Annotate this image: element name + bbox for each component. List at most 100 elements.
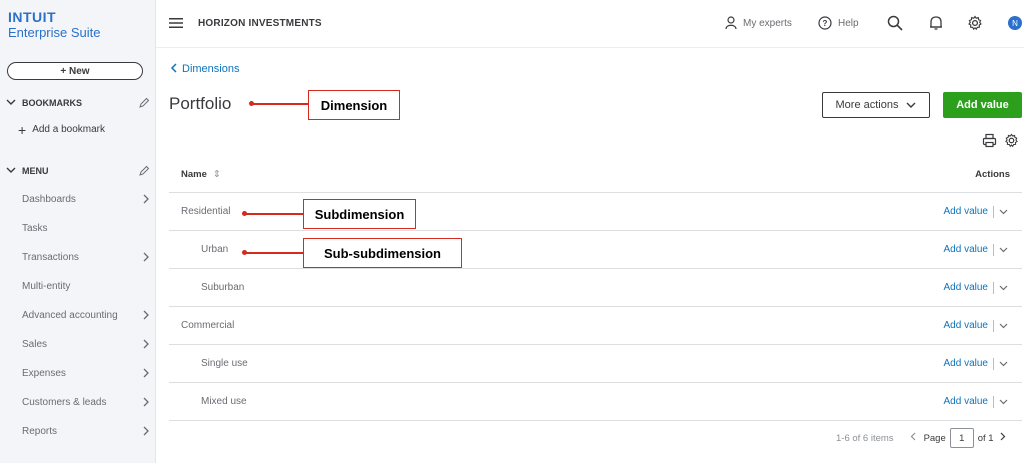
callout-line bbox=[244, 213, 304, 215]
search-icon[interactable] bbox=[887, 15, 903, 31]
chevron-down-icon[interactable] bbox=[999, 399, 1008, 405]
sidebar-item[interactable]: Expenses bbox=[22, 366, 150, 380]
avatar[interactable]: N bbox=[1008, 16, 1022, 30]
sidebar-item[interactable]: Tasks bbox=[22, 221, 150, 235]
chevron-right-icon bbox=[143, 368, 149, 378]
dimension-values-table: Name ⇕ Actions Residential Add value Urban A… bbox=[169, 157, 1022, 421]
row-actions: Add value bbox=[944, 243, 1008, 256]
row-name: Single use bbox=[201, 358, 248, 369]
sidebar-item-label: Transactions bbox=[22, 251, 79, 263]
subdimension-callout: Subdimension bbox=[303, 199, 416, 229]
row-name: Mixed use bbox=[201, 396, 247, 407]
table-row[interactable]: Suburban Add value bbox=[169, 269, 1022, 307]
name-column-header[interactable]: Name ⇕ bbox=[181, 169, 221, 180]
company-name: HORIZON INVESTMENTS bbox=[198, 18, 322, 29]
add-value-button[interactable]: Add value bbox=[943, 92, 1022, 118]
pagination: 1-6 of 6 items Page 1 of 1 bbox=[836, 428, 1006, 448]
sidebar-item-label: Reports bbox=[22, 425, 58, 437]
row-name: Residential bbox=[181, 206, 231, 217]
callout-line bbox=[251, 103, 309, 105]
row-add-value-link[interactable]: Add value bbox=[944, 396, 988, 407]
table-row[interactable]: Mixed use Add value bbox=[169, 383, 1022, 421]
more-actions-dropdown[interactable]: More actions bbox=[822, 92, 930, 118]
pencil-icon[interactable] bbox=[138, 165, 150, 177]
name-column-label: Name bbox=[181, 169, 207, 180]
sidebar-item[interactable]: Multi-entity bbox=[22, 279, 150, 293]
next-page-button[interactable] bbox=[1000, 432, 1006, 444]
items-count: 1-6 of 6 items bbox=[836, 432, 894, 444]
sidebar-item[interactable]: Reports bbox=[22, 424, 150, 438]
prev-page-button[interactable] bbox=[910, 432, 916, 444]
table-header: Name ⇕ Actions bbox=[169, 157, 1022, 193]
divider bbox=[993, 357, 994, 370]
menu-section-header[interactable]: MENU bbox=[6, 165, 150, 177]
chevron-right-icon bbox=[143, 339, 149, 349]
hamburger-icon[interactable] bbox=[169, 17, 183, 29]
top-bar: HORIZON INVESTMENTS My experts ? Help N bbox=[156, 0, 1024, 48]
row-add-value-link[interactable]: Add value bbox=[944, 320, 988, 331]
back-to-dimensions-link[interactable]: Dimensions bbox=[170, 62, 239, 76]
chevron-right-icon bbox=[1000, 432, 1005, 441]
sidebar-item[interactable]: Customers & leads bbox=[22, 395, 150, 409]
chevron-down-icon[interactable] bbox=[999, 323, 1008, 329]
chevron-right-icon bbox=[143, 426, 149, 436]
row-add-value-link[interactable]: Add value bbox=[944, 282, 988, 293]
sidebar-item-label: Multi-entity bbox=[22, 280, 71, 292]
table-row[interactable]: Urban Add value bbox=[169, 231, 1022, 269]
sidebar: INTUIT Enterprise Suite + New BOOKMARKS … bbox=[0, 0, 156, 463]
new-button[interactable]: + New bbox=[7, 62, 143, 80]
row-actions: Add value bbox=[944, 281, 1008, 294]
add-bookmark-label: Add a bookmark bbox=[32, 124, 106, 135]
dimension-callout: Dimension bbox=[308, 90, 400, 120]
sidebar-item[interactable]: Advanced accounting bbox=[22, 308, 150, 322]
chevron-down-icon[interactable] bbox=[999, 247, 1008, 253]
sidebar-item-label: Customers & leads bbox=[22, 396, 107, 408]
sidebar-item[interactable]: Transactions bbox=[22, 250, 150, 264]
table-row[interactable]: Single use Add value bbox=[169, 345, 1022, 383]
page-number-input[interactable]: 1 bbox=[949, 428, 974, 448]
bookmarks-section-header[interactable]: BOOKMARKS bbox=[6, 97, 150, 109]
divider bbox=[993, 205, 994, 218]
chevron-down-icon[interactable] bbox=[999, 285, 1008, 291]
table-row[interactable]: Residential Add value bbox=[169, 193, 1022, 231]
divider bbox=[993, 243, 994, 256]
chevron-right-icon bbox=[143, 252, 149, 262]
brand-logo[interactable]: INTUIT Enterprise Suite bbox=[8, 10, 101, 41]
bookmarks-label: BOOKMARKS bbox=[22, 98, 82, 108]
sidebar-item[interactable]: Dashboards bbox=[22, 192, 150, 206]
help-icon: ? bbox=[818, 16, 832, 30]
row-actions: Add value bbox=[944, 395, 1008, 408]
table-settings-icon[interactable] bbox=[1004, 133, 1019, 148]
chevron-right-icon bbox=[143, 397, 149, 407]
help-label: Help bbox=[838, 17, 859, 29]
page-title: Portfolio bbox=[169, 94, 232, 113]
row-add-value-link[interactable]: Add value bbox=[944, 206, 988, 217]
sidebar-item-label: Advanced accounting bbox=[22, 309, 118, 321]
sidebar-item-label: Expenses bbox=[22, 367, 66, 379]
divider bbox=[993, 395, 994, 408]
row-name: Suburban bbox=[201, 282, 245, 293]
add-bookmark-link[interactable]: + Add a bookmark bbox=[18, 123, 106, 137]
row-add-value-link[interactable]: Add value bbox=[944, 358, 988, 369]
brand-product: Enterprise Suite bbox=[8, 25, 101, 40]
bell-icon[interactable] bbox=[928, 15, 944, 31]
chevron-right-icon bbox=[143, 310, 149, 320]
chevron-down-icon bbox=[906, 102, 916, 108]
my-experts-button[interactable]: My experts bbox=[725, 16, 792, 30]
chevron-left-icon bbox=[910, 432, 915, 441]
svg-text:?: ? bbox=[823, 19, 828, 28]
sidebar-item[interactable]: Sales bbox=[22, 337, 150, 351]
pencil-icon[interactable] bbox=[138, 97, 150, 109]
sort-icon[interactable]: ⇕ bbox=[213, 169, 221, 180]
table-row[interactable]: Commercial Add value bbox=[169, 307, 1022, 345]
chevron-left-icon bbox=[170, 62, 177, 76]
row-add-value-link[interactable]: Add value bbox=[944, 244, 988, 255]
chevron-down-icon[interactable] bbox=[999, 361, 1008, 367]
chevron-down-icon[interactable] bbox=[999, 209, 1008, 215]
actions-column-header: Actions bbox=[975, 169, 1010, 180]
print-icon[interactable] bbox=[982, 133, 997, 148]
row-name: Urban bbox=[201, 244, 229, 255]
page-label: Page bbox=[923, 432, 946, 444]
gear-icon[interactable] bbox=[967, 15, 983, 31]
help-button[interactable]: ? Help bbox=[818, 16, 859, 30]
